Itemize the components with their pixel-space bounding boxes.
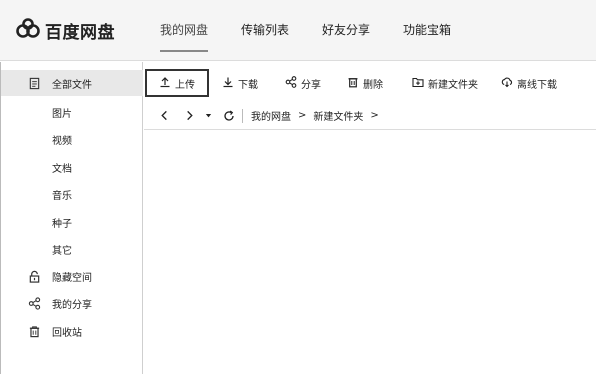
download-button[interactable]: 下载 <box>222 69 258 97</box>
download-label: 下载 <box>238 79 258 91</box>
sidebar-item-hidden-space[interactable]: 隐藏空间 <box>1 263 143 289</box>
download-icon <box>222 76 238 91</box>
sidebar-item-other[interactable]: 其它 <box>1 236 143 262</box>
sidebar-item-all-files[interactable]: 全部文件 <box>1 70 143 96</box>
share-button[interactable]: 分享 <box>285 69 321 97</box>
upload-label: 上传 <box>175 79 195 91</box>
sidebar-item-label: 文档 <box>52 163 72 175</box>
sidebar-item-label: 图片 <box>52 108 72 120</box>
cloud-logo-icon <box>14 18 42 43</box>
sidebar-item-label: 音乐 <box>52 190 72 202</box>
breadcrumb-separator: > <box>298 110 307 121</box>
sidebar-item-label: 其它 <box>52 245 72 257</box>
sidebar-item-label: 隐藏空间 <box>52 272 92 284</box>
trash-icon <box>347 76 363 91</box>
share-label: 分享 <box>301 79 321 91</box>
sidebar-item-label: 视频 <box>52 135 72 147</box>
sidebar-item-torrents[interactable]: 种子 <box>1 209 143 235</box>
refresh-icon[interactable] <box>222 109 236 123</box>
sidebar-item-label: 我的分享 <box>52 299 92 311</box>
path-bar: 我的网盘 > 新建文件夹 > <box>144 102 596 130</box>
sidebar-item-label: 种子 <box>52 218 72 230</box>
breadcrumb-my-disk[interactable]: 我的网盘 <box>251 108 291 123</box>
sidebar-item-recycle-bin[interactable]: 回收站 <box>1 318 143 344</box>
breadcrumb-separator: > <box>370 110 379 121</box>
caret-down-icon[interactable] <box>201 109 215 123</box>
sidebar-item-videos[interactable]: 视频 <box>1 126 143 152</box>
cloud-download-icon <box>501 76 517 91</box>
trash-icon <box>27 324 41 338</box>
sidebar-item-music[interactable]: 音乐 <box>1 181 143 207</box>
tab-friend-share[interactable]: 好友分享 <box>322 0 370 61</box>
delete-button[interactable]: 删除 <box>347 69 383 97</box>
new-folder-button[interactable]: 新建文件夹 <box>412 69 478 97</box>
tab-my-disk[interactable]: 我的网盘 <box>160 0 209 61</box>
sidebar: 全部文件 图片 视频 文档 音乐 种子 其它 隐藏空间 我的分享 回收站 <box>0 62 143 374</box>
sidebar-item-documents[interactable]: 文档 <box>1 154 143 180</box>
top-nav: 我的网盘 传输列表 好友分享 功能宝箱 <box>160 0 484 61</box>
share-icon <box>27 296 41 310</box>
upload-icon <box>159 76 175 91</box>
delete-label: 删除 <box>363 79 383 91</box>
app-logo[interactable]: 百度网盘 <box>14 18 115 43</box>
sidebar-item-images[interactable]: 图片 <box>1 99 143 125</box>
sidebar-item-my-shares[interactable]: 我的分享 <box>1 290 143 316</box>
breadcrumb-new-folder[interactable]: 新建文件夹 <box>313 108 363 123</box>
upload-button[interactable]: 上传 <box>145 69 209 97</box>
forward-icon[interactable] <box>182 109 196 123</box>
offline-download-label: 离线下载 <box>517 79 557 91</box>
back-icon[interactable] <box>157 109 171 123</box>
new-folder-label: 新建文件夹 <box>428 79 478 91</box>
top-header: 百度网盘 我的网盘 传输列表 好友分享 功能宝箱 <box>0 0 596 61</box>
file-icon <box>27 76 41 90</box>
file-list-area[interactable] <box>144 131 596 374</box>
sidebar-item-label: 全部文件 <box>52 79 92 91</box>
offline-download-button[interactable]: 离线下载 <box>501 69 557 97</box>
tab-transfer-list[interactable]: 传输列表 <box>241 0 289 61</box>
lock-icon <box>27 269 41 283</box>
sidebar-item-label: 回收站 <box>52 327 82 339</box>
tab-toolbox[interactable]: 功能宝箱 <box>403 0 451 61</box>
app-name: 百度网盘 <box>45 23 115 43</box>
new-folder-icon <box>412 76 428 91</box>
share-icon <box>285 75 301 91</box>
toolbar: 上传 下载 分享 删除 新建文件夹 离线下载 <box>144 68 596 98</box>
divider <box>242 108 243 123</box>
